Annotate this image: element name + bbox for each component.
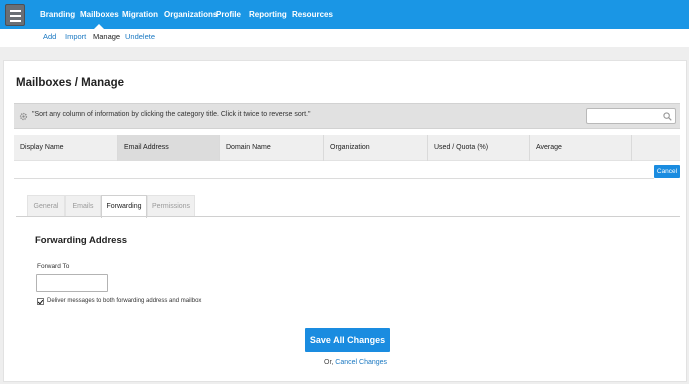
deliver-both-label: Deliver messages to both forwarding addr…: [47, 298, 202, 304]
tab-permissions[interactable]: Permissions: [147, 195, 195, 217]
sort-hint-text: "Sort any column of information by click…: [32, 111, 311, 118]
top-navigation-bar: Branding Mailboxes Migration Organizatio…: [0, 0, 689, 29]
table-row-divider: [14, 178, 654, 179]
search-box: [586, 108, 676, 124]
tab-forwarding[interactable]: Forwarding: [101, 195, 147, 218]
column-header-organization[interactable]: Organization: [324, 135, 428, 161]
gear-icon: [19, 112, 28, 121]
tab-general[interactable]: General: [27, 195, 65, 217]
forwarding-section-title: Forwarding Address: [35, 235, 128, 246]
column-header-used-quota[interactable]: Used / Quota (%): [428, 135, 530, 161]
forward-to-label: Forward To: [37, 263, 70, 270]
cancel-changes-row: Or, Cancel Changes: [324, 359, 387, 366]
sort-info-bar: "Sort any column of information by click…: [14, 103, 680, 129]
tabs-divider: [16, 216, 680, 217]
nav-item-migration[interactable]: Migration: [122, 0, 158, 29]
deliver-both-checkbox[interactable]: [37, 298, 44, 305]
nav-item-mailboxes[interactable]: Mailboxes: [80, 0, 119, 29]
nav-item-branding[interactable]: Branding: [40, 0, 75, 29]
nav-item-reporting[interactable]: Reporting: [249, 0, 287, 29]
subnav-item-manage[interactable]: Manage: [93, 29, 120, 47]
search-icon[interactable]: [663, 112, 672, 121]
column-header-display-name[interactable]: Display Name: [14, 135, 118, 161]
column-header-average[interactable]: Average: [530, 135, 632, 161]
column-header-domain-name[interactable]: Domain Name: [220, 135, 324, 161]
subnav-item-add[interactable]: Add: [43, 29, 56, 47]
nav-item-organizations[interactable]: Organizations: [164, 0, 217, 29]
tab-emails[interactable]: Emails: [65, 195, 101, 217]
nav-item-resources[interactable]: Resources: [292, 0, 333, 29]
sub-navigation-bar: Add Import Manage Undelete: [0, 29, 689, 47]
mailbox-table-header: Display Name Email Address Domain Name O…: [14, 135, 680, 161]
column-header-email-address[interactable]: Email Address: [118, 135, 220, 161]
search-input[interactable]: [589, 110, 661, 122]
cancel-button[interactable]: Cancel: [654, 165, 680, 178]
or-text: Or,: [324, 359, 334, 366]
page-title: Mailboxes / Manage: [16, 77, 125, 89]
subnav-item-undelete[interactable]: Undelete: [125, 29, 155, 47]
forward-to-input[interactable]: [36, 274, 108, 292]
nav-item-profile[interactable]: Profile: [216, 0, 241, 29]
save-all-changes-button[interactable]: Save All Changes: [305, 328, 390, 352]
cancel-changes-link[interactable]: Cancel Changes: [335, 359, 387, 366]
subnav-item-import[interactable]: Import: [65, 29, 86, 47]
hamburger-menu-icon[interactable]: [5, 4, 25, 26]
